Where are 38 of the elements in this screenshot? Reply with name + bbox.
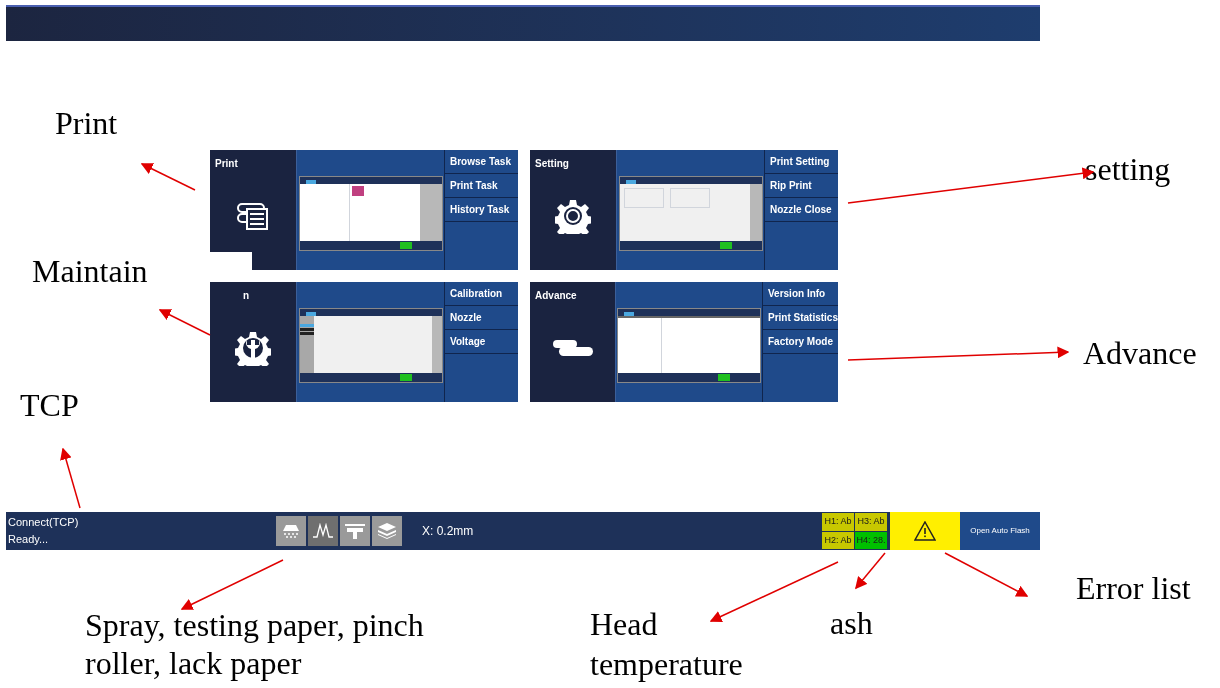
wrench-gear-icon	[235, 329, 271, 366]
paper-stack-icon	[378, 523, 396, 539]
annotation-arrow	[158, 309, 211, 336]
position-reading: X: 0.2mm	[422, 523, 474, 540]
annotation-label: Advance	[1083, 334, 1197, 372]
warning-icon	[914, 521, 936, 541]
open-auto-flash-button[interactable]: Open Auto Flash	[960, 512, 1040, 550]
tile-title: Print	[215, 157, 238, 171]
annotation-label: Error list	[1076, 569, 1191, 607]
connection-status: Connect(TCP)	[8, 515, 80, 530]
annotation-arrow	[855, 552, 886, 590]
annotation-label: setting	[1085, 150, 1171, 188]
tile-panel[interactable]: Advance	[530, 282, 616, 402]
tile-panel[interactable]: n	[210, 282, 296, 402]
annotation-label: Print	[55, 104, 118, 142]
wave-icon	[312, 523, 334, 539]
printer-roll-icon	[235, 200, 271, 231]
annotation-label: Head temperature	[590, 605, 744, 684]
annotation-arrow	[140, 163, 196, 191]
annotation-label: Spray, testing paper, pinch roller, lack paper	[85, 606, 425, 682]
tile-title: Setting	[535, 157, 569, 171]
ready-status: Ready...	[8, 532, 50, 547]
annotation-label: TCP	[20, 386, 79, 424]
head-temperature: H2: Ab	[822, 531, 854, 549]
head-temperature: H3: Ab	[855, 513, 887, 531]
rollers-icon	[550, 337, 595, 358]
head-temperature: H4: 28.	[855, 531, 887, 549]
pinch-roller-icon	[345, 523, 365, 539]
error-list-button[interactable]	[890, 512, 960, 550]
tile-title: Advance	[535, 289, 577, 303]
tile-panel[interactable]: Print	[210, 150, 296, 270]
gear-icon	[555, 197, 591, 234]
tile-panel[interactable]: Setting	[530, 150, 616, 270]
head-temperature: H1: Ab	[822, 513, 854, 531]
annotation-arrow	[60, 447, 81, 509]
annotation-label: ash	[830, 604, 873, 642]
spray-icon	[282, 523, 300, 539]
tile-title: n	[243, 289, 250, 303]
